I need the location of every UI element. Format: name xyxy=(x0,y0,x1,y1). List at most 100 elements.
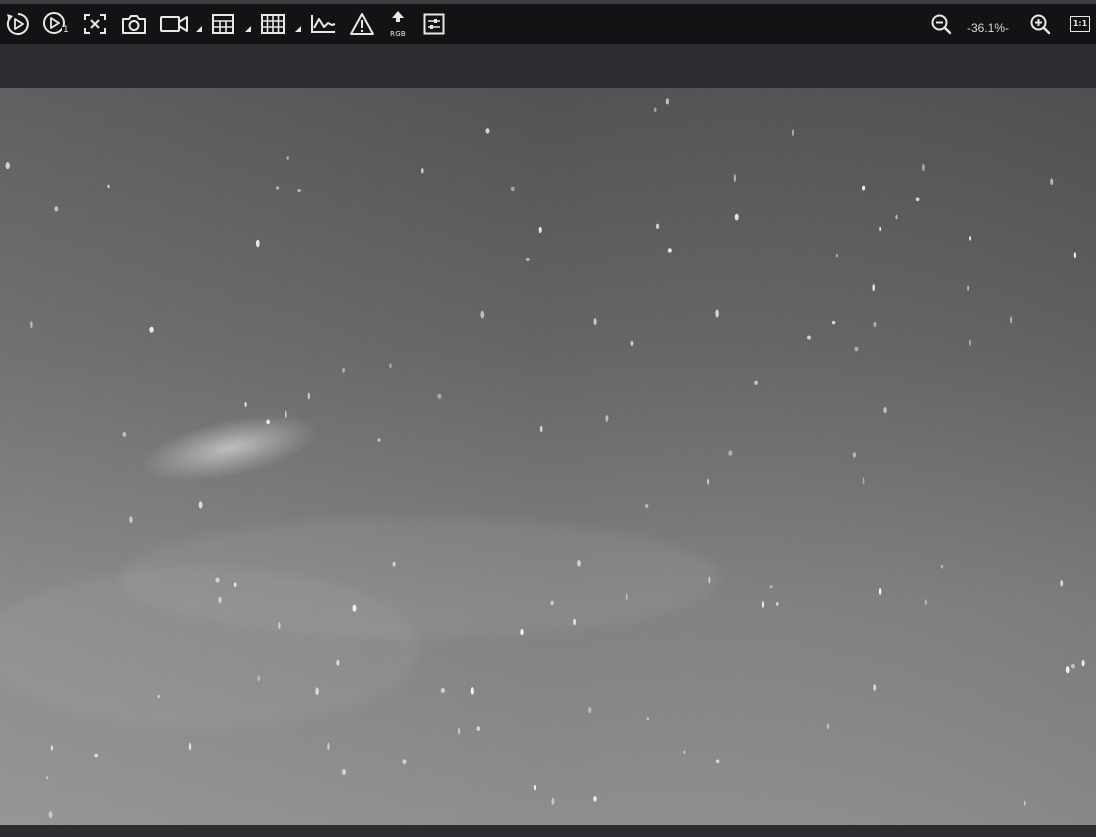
image-speck xyxy=(402,759,407,765)
image-speck xyxy=(218,596,223,604)
image-speck xyxy=(854,346,859,352)
image-speck xyxy=(476,726,481,731)
image-speck xyxy=(315,687,319,696)
image-speck xyxy=(538,226,542,234)
play-single-sub-label: 1 xyxy=(63,25,69,35)
image-speck xyxy=(921,163,925,172)
image-speck xyxy=(327,742,330,751)
image-speck xyxy=(895,214,898,220)
image-speck xyxy=(605,415,609,422)
settings-sliders-icon xyxy=(423,13,445,35)
camera-image-view[interactable] xyxy=(0,88,1096,825)
grid-large-dropdown-icon[interactable] xyxy=(295,26,301,32)
image-speck xyxy=(593,796,597,802)
image-speck xyxy=(437,393,442,399)
grid-small-icon xyxy=(212,14,234,34)
image-speck xyxy=(341,769,347,776)
rgb-upload-button[interactable]: RGB xyxy=(382,8,414,40)
image-speck xyxy=(593,318,597,326)
grid-small-dropdown-icon[interactable] xyxy=(245,26,251,32)
image-speck xyxy=(630,340,634,346)
secondary-panel-bar xyxy=(0,44,1096,88)
image-speck xyxy=(707,478,709,485)
zoom-out-icon xyxy=(931,14,952,35)
image-speck xyxy=(734,213,739,221)
video-record-dropdown-icon[interactable] xyxy=(196,26,202,32)
zoom-out-button[interactable] xyxy=(925,8,957,40)
image-speck xyxy=(149,326,154,333)
image-speck xyxy=(215,577,220,583)
zoom-in-button[interactable] xyxy=(1024,8,1056,40)
image-speck xyxy=(275,186,280,190)
image-speck xyxy=(769,585,773,589)
image-speck xyxy=(653,107,657,113)
image-speck xyxy=(969,339,971,346)
image-speck xyxy=(924,599,927,606)
image-speck xyxy=(761,600,765,609)
grid-large-button[interactable] xyxy=(257,8,289,40)
image-speck xyxy=(157,695,160,698)
warning-icon xyxy=(350,13,374,35)
zoom-level-readout: -36.1%- xyxy=(966,21,1010,35)
camera-snapshot-icon xyxy=(122,15,146,34)
image-speck xyxy=(48,811,53,819)
image-speck xyxy=(667,248,672,253)
toolbar: 1 RGB -36.1%- 1:1 xyxy=(0,4,1096,44)
camera-viewer-app: 1 RGB -36.1%- 1:1 xyxy=(0,0,1096,837)
play-loop-icon xyxy=(6,13,29,35)
image-speck xyxy=(754,380,758,385)
image-speck xyxy=(286,156,289,160)
image-speck xyxy=(733,174,736,183)
image-speck xyxy=(266,419,270,425)
image-speck xyxy=(776,601,779,606)
image-speck xyxy=(51,745,53,751)
snapshot-button[interactable] xyxy=(118,8,150,40)
image-speck xyxy=(1073,252,1076,259)
image-speck xyxy=(278,622,281,629)
image-speck xyxy=(470,687,474,695)
image-speck xyxy=(683,750,686,754)
image-speck xyxy=(336,659,340,666)
fit-view-icon xyxy=(84,14,106,34)
image-speck xyxy=(255,239,260,248)
image-speck xyxy=(625,593,628,601)
image-speck xyxy=(792,129,794,137)
image-speck xyxy=(940,564,944,569)
warning-button[interactable] xyxy=(346,8,378,40)
image-speck xyxy=(879,226,882,232)
image-speck xyxy=(30,321,33,329)
image-speck xyxy=(1071,663,1075,669)
rgb-label: RGB xyxy=(390,30,406,38)
image-speck xyxy=(967,285,969,291)
image-speck xyxy=(307,392,310,400)
line-profile-icon xyxy=(311,15,336,33)
actual-size-icon: 1:1 xyxy=(1070,16,1090,32)
actual-size-button[interactable]: 1:1 xyxy=(1064,8,1096,40)
video-record-button[interactable] xyxy=(158,8,190,40)
settings-button[interactable] xyxy=(418,8,450,40)
image-speck xyxy=(655,223,660,229)
image-speck xyxy=(107,184,110,189)
image-speck xyxy=(129,516,133,523)
image-speck xyxy=(915,197,920,202)
image-speck xyxy=(46,776,49,780)
image-speck xyxy=(708,576,711,584)
fit-view-button[interactable] xyxy=(79,8,111,40)
play-loop-button[interactable] xyxy=(2,8,34,40)
bottom-status-bar xyxy=(0,825,1096,837)
image-speck xyxy=(392,561,396,567)
image-speck xyxy=(520,628,524,636)
image-speck xyxy=(342,367,345,373)
play-single-button[interactable]: 1 xyxy=(40,8,72,40)
image-speck xyxy=(297,188,301,193)
line-profile-button[interactable] xyxy=(307,8,339,40)
image-speck xyxy=(188,742,192,751)
grid-small-button[interactable] xyxy=(207,8,239,40)
image-speck xyxy=(5,162,10,170)
image-speck xyxy=(480,310,485,319)
image-speck xyxy=(539,425,543,433)
grid-large-icon xyxy=(261,14,285,34)
image-speck xyxy=(835,253,838,258)
image-speck xyxy=(715,309,719,318)
image-speck xyxy=(377,438,381,442)
